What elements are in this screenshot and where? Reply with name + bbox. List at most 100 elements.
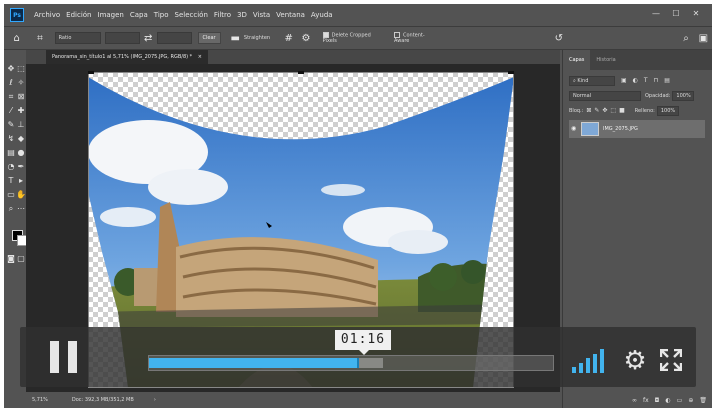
filter-shape-icon[interactable]: ⊓	[654, 77, 659, 84]
screen-mode-icon[interactable]: ▢	[16, 254, 26, 263]
trash-icon[interactable]: 🗑	[699, 397, 707, 404]
pause-button[interactable]	[48, 341, 82, 375]
pause-icon	[68, 341, 77, 373]
fullscreen-icon[interactable]	[660, 349, 682, 371]
shape-tool-icon[interactable]: ▭	[6, 190, 16, 199]
blend-mode-select[interactable]: Normal	[569, 90, 641, 101]
adjustment-layer-icon[interactable]: ◐	[665, 397, 670, 404]
filter-pixel-icon[interactable]: ▣	[621, 77, 627, 84]
healing-tool-icon[interactable]: ✚	[16, 106, 26, 115]
fill-label: Relleno:	[634, 107, 655, 114]
menu-imagen[interactable]: Imagen	[98, 11, 124, 19]
clear-button[interactable]: Clear	[197, 32, 221, 44]
fx-icon[interactable]: fx	[643, 397, 649, 404]
lock-position-icon[interactable]: ✥	[602, 107, 607, 114]
minimize-button[interactable]: —	[648, 8, 664, 20]
quick-mask-icon[interactable]: ◙	[6, 254, 16, 263]
home-icon[interactable]: ⌂	[8, 33, 25, 44]
opacity-field[interactable]: 100%	[672, 90, 695, 101]
zoom-level[interactable]: 5,71%	[32, 397, 48, 403]
zoom-tool-icon[interactable]: ⌕	[6, 204, 16, 214]
lock-artboard-icon[interactable]: ⬚	[610, 107, 616, 114]
layer-name[interactable]: IMG_2075.JPG	[603, 126, 638, 132]
type-tool-icon[interactable]: T	[6, 176, 16, 185]
ratio-select[interactable]: Ratio	[54, 32, 101, 44]
volume-icon[interactable]	[572, 349, 608, 373]
crop-handle-top-left[interactable]	[88, 71, 94, 74]
crop-tool-icon[interactable]: ⌗	[6, 92, 16, 102]
straighten-label[interactable]: Straighten	[244, 35, 270, 41]
settings-gear-icon[interactable]: ⚙	[622, 348, 648, 374]
more-tools-icon[interactable]: ⋯	[16, 204, 26, 213]
content-aware-option[interactable]: Content-Aware	[393, 31, 438, 44]
history-brush-tool-icon[interactable]: ↯	[6, 134, 16, 143]
eraser-tool-icon[interactable]: ◆	[16, 134, 26, 143]
path-selection-tool-icon[interactable]: ▸	[16, 176, 26, 185]
tab-capas[interactable]: Capas	[563, 50, 591, 70]
menu-3d[interactable]: 3D	[237, 11, 247, 19]
filter-smart-icon[interactable]: ▤	[664, 77, 670, 84]
menu-vista[interactable]: Vista	[253, 11, 270, 19]
document-tab-title: Panorama_sin_título1 al 5,71% (IMG_2075.…	[52, 54, 193, 60]
gradient-tool-icon[interactable]: ▤	[6, 148, 16, 157]
tab-historia[interactable]: Historia	[590, 50, 621, 70]
settings-gear-icon[interactable]: ⚙	[297, 33, 314, 44]
crop-handle-top-right[interactable]	[508, 71, 514, 74]
filter-adjustment-icon[interactable]: ◐	[633, 77, 638, 84]
straighten-icon[interactable]: ▬	[227, 33, 244, 44]
menu-edicion[interactable]: Edición	[66, 11, 91, 19]
delete-cropped-option[interactable]: Delete Cropped Pixels	[322, 31, 384, 44]
lock-transparent-icon[interactable]: ⊠	[586, 107, 591, 114]
status-arrow-icon[interactable]: ›	[154, 397, 156, 403]
hand-tool-icon[interactable]: ✋	[16, 190, 26, 199]
seek-bar[interactable]	[148, 355, 554, 371]
blur-tool-icon[interactable]: ●	[16, 148, 26, 157]
layer-row[interactable]: ◉ IMG_2075.JPG	[569, 120, 705, 138]
menu-seleccion[interactable]: Selección	[175, 11, 208, 19]
maximize-button[interactable]: ☐	[668, 8, 684, 20]
close-window-button[interactable]: ✕	[688, 8, 704, 20]
ratio-height-field[interactable]	[156, 32, 192, 44]
brush-tool-icon[interactable]: ✎	[6, 120, 16, 129]
stamp-tool-icon[interactable]: ⊥	[16, 120, 26, 129]
menu-filtro[interactable]: Filtro	[214, 11, 231, 19]
workspace-icon[interactable]: ▣	[695, 33, 712, 44]
new-group-icon[interactable]: ▭	[677, 397, 683, 404]
lock-all-icon[interactable]: ■	[619, 107, 625, 114]
close-tab-icon[interactable]: ×	[198, 54, 202, 60]
search-icon[interactable]: ⌕	[677, 33, 694, 44]
add-mask-icon[interactable]: ◘	[655, 397, 660, 404]
lock-image-icon[interactable]: ✎	[594, 107, 599, 114]
content-aware-checkbox[interactable]	[393, 31, 400, 38]
filter-type-icon[interactable]: T	[644, 77, 648, 84]
reset-icon[interactable]: ↺	[550, 33, 567, 44]
delete-cropped-checkbox[interactable]	[322, 31, 329, 38]
volume-level-bar	[593, 353, 597, 373]
link-layers-icon[interactable]: ∞	[632, 397, 637, 404]
menu-archivo[interactable]: Archivo	[34, 11, 60, 19]
fill-field[interactable]: 100%	[656, 105, 679, 116]
overlay-grid-icon[interactable]: #	[280, 33, 297, 44]
menu-ayuda[interactable]: Ayuda	[311, 11, 333, 19]
kind-filter-select[interactable]: ⌕ Kind	[569, 75, 615, 86]
new-layer-icon[interactable]: ⊕	[688, 397, 693, 404]
panel-tabs: Capas Historia	[563, 50, 712, 70]
move-tool-icon[interactable]: ✥	[6, 64, 16, 73]
crop-tool-preset-icon[interactable]: ⌗	[31, 33, 48, 44]
menu-ventana[interactable]: Ventana	[276, 11, 305, 19]
document-tab[interactable]: Panorama_sin_título1 al 5,71% (IMG_2075.…	[46, 50, 208, 64]
magic-wand-tool-icon[interactable]: ✧	[16, 78, 26, 87]
pen-tool-icon[interactable]: ✒	[16, 162, 26, 171]
menu-capa[interactable]: Capa	[130, 11, 148, 19]
photoshop-logo-icon: Ps	[10, 8, 24, 22]
frame-tool-icon[interactable]: ⊠	[16, 92, 26, 101]
eyedropper-tool-icon[interactable]: ⁄	[6, 106, 16, 115]
crop-handle-top[interactable]	[298, 71, 304, 74]
menu-tipo[interactable]: Tipo	[154, 11, 169, 19]
dodge-tool-icon[interactable]: ◔	[6, 162, 16, 171]
marquee-tool-icon[interactable]: ⬚	[16, 64, 26, 73]
ratio-width-field[interactable]	[104, 32, 140, 44]
swap-icon[interactable]: ⇄	[140, 33, 157, 44]
visibility-eye-icon[interactable]: ◉	[571, 125, 576, 132]
lasso-tool-icon[interactable]: ℓ	[6, 78, 16, 87]
